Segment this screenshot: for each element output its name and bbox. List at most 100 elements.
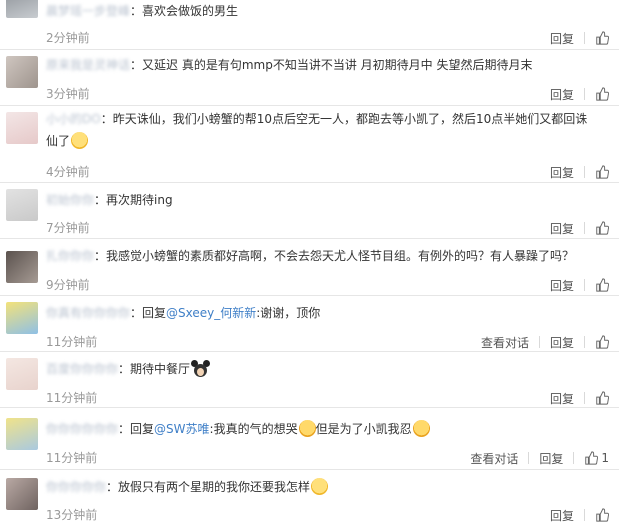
- comment-username[interactable]: 原来我是灵神话: [46, 54, 130, 76]
- comment-body: 喜欢会做饭的男生: [142, 4, 239, 18]
- comment-username[interactable]: 百度你你你你: [46, 358, 118, 380]
- comment-time: 7分钟前: [46, 221, 90, 235]
- divider: [584, 222, 585, 234]
- comment-username[interactable]: 初始你你: [46, 189, 94, 211]
- avatar[interactable]: [6, 56, 38, 88]
- comment-item: 你真有你你你你：回复@Sxeey_何新新:谢谢，顶你 11分钟前 查看对话 回复: [0, 296, 619, 352]
- comment-body: 放假只有两个星期的我你还要我怎样: [118, 480, 311, 494]
- comment-actions: 回复: [550, 506, 609, 524]
- comment-item: 晨梦瑶一步登峰：喜欢会做饭的男生 2分钟前 回复: [0, 0, 619, 50]
- comment-body: 再次期待ing: [106, 193, 173, 207]
- divider: [584, 336, 585, 348]
- comment-username[interactable]: 你你你你你你: [46, 418, 118, 440]
- comment-body-continued: 但是为了小凯我忍: [315, 422, 412, 436]
- avatar[interactable]: [6, 358, 38, 390]
- comment-body: 昨天诛仙，我们小螃蟹的帮10点后空无一人，都跑去等小凯了，然后10点半她们又都回…: [46, 112, 588, 148]
- comment-actions: 回复: [550, 29, 609, 47]
- like-count: 1: [601, 451, 609, 465]
- comment-text: 小小的DO：昨天诛仙，我们小螃蟹的帮10点后空无一人，都跑去等小凯了，然后10点…: [46, 108, 597, 152]
- comment-item: 你你你你你：放假只有两个星期的我你还要我怎样 13分钟前 回复: [0, 470, 619, 525]
- thumbs-up-icon[interactable]: [595, 165, 609, 179]
- comment-username[interactable]: 小小的DO: [46, 108, 101, 130]
- thumbs-up-icon[interactable]: [595, 278, 609, 292]
- comment-text: 你你你你你你：回复@SW苏唯:我真的气的想哭 但是为了小凯我忍: [46, 418, 597, 440]
- divider: [584, 166, 585, 178]
- comment-username[interactable]: 你你你你你: [46, 476, 106, 498]
- comment-item: 初始你你：再次期待ing 7分钟前 回复: [0, 183, 619, 239]
- divider: [584, 32, 585, 44]
- reply-button[interactable]: 回复: [550, 164, 574, 181]
- avatar[interactable]: [6, 302, 38, 334]
- laugh-cry-emoji-icon: [311, 478, 329, 495]
- thumbs-up-icon[interactable]: [595, 508, 609, 522]
- comment-text: 你你你你你：放假只有两个星期的我你还要我怎样: [46, 476, 597, 498]
- avatar[interactable]: [6, 418, 38, 450]
- comment-actions: 回复: [550, 219, 609, 237]
- comment-body: :我真的气的想哭: [209, 422, 298, 436]
- divider: [528, 452, 530, 464]
- comment-text: 你真有你你你你：回复@Sxeey_何新新:谢谢，顶你: [46, 302, 597, 324]
- comment-text: 初始你你：再次期待ing: [46, 189, 597, 211]
- avatar[interactable]: [6, 251, 38, 283]
- reply-button[interactable]: 回复: [550, 334, 574, 351]
- view-conversation-button[interactable]: 查看对话: [470, 450, 518, 467]
- avatar[interactable]: [6, 112, 38, 144]
- comment-item: 你你你你你你：回复@SW苏唯:我真的气的想哭 但是为了小凯我忍 11分钟前 查看对…: [0, 408, 619, 470]
- divider: [538, 336, 540, 348]
- comment-item: 扎你你你：我感觉小螃蟹的素质都好高啊，不会去怨天尤人怪节目组。有例外的吗？有人暴…: [0, 239, 619, 296]
- comment-time: 3分钟前: [46, 87, 90, 101]
- comment-item: 百度你你你你：期待中餐厅 11分钟前 回复: [0, 352, 619, 408]
- comment-time: 11分钟前: [46, 451, 98, 465]
- avatar[interactable]: [6, 0, 38, 18]
- divider: [573, 452, 575, 464]
- comment-time: 11分钟前: [46, 335, 98, 349]
- mention-link[interactable]: @Sxeey_何新新: [166, 306, 256, 320]
- comment-body: 期待中餐厅: [130, 362, 191, 376]
- comment-username[interactable]: 晨梦瑶一步登峰: [46, 0, 130, 22]
- thumbs-up-icon[interactable]: [595, 335, 609, 349]
- comment-body: 我感觉小螃蟹的素质都好高啊，不会去怨天尤人怪节目组。有例外的吗？有人暴躁了吗？: [106, 249, 575, 263]
- comment-username[interactable]: 扎你你你: [46, 245, 94, 267]
- comment-actions: 回复: [550, 389, 609, 407]
- comment-text: 扎你你你：我感觉小螃蟹的素质都好高啊，不会去怨天尤人怪节目组。有例外的吗？有人暴…: [46, 245, 597, 267]
- divider: [584, 88, 585, 100]
- avatar[interactable]: [6, 189, 38, 221]
- comment-username[interactable]: 你真有你你你你: [46, 302, 130, 324]
- reply-button[interactable]: 回复: [550, 390, 574, 407]
- view-conversation-button[interactable]: 查看对话: [481, 334, 529, 351]
- comment-time: 9分钟前: [46, 278, 90, 292]
- comment-item: 原来我是灵神话：又延迟 真的是有句mmp不知当讲不当讲 月初期待月中 失望然后期…: [0, 50, 619, 106]
- reply-button[interactable]: 回复: [550, 86, 574, 103]
- comment-actions: 查看对话 回复: [481, 333, 609, 351]
- reply-button[interactable]: 回复: [550, 30, 574, 47]
- thumbs-up-icon[interactable]: [595, 31, 609, 45]
- comment-item: 小小的DO：昨天诛仙，我们小螃蟹的帮10点后空无一人，都跑去等小凯了，然后10点…: [0, 106, 619, 183]
- thumbs-up-icon[interactable]: [584, 451, 599, 465]
- laugh-cry-emoji-icon: [71, 132, 89, 149]
- comment-actions: 查看对话 回复 1: [470, 449, 609, 467]
- mickey-emoji-icon: [191, 360, 211, 377]
- reply-button[interactable]: 回复: [550, 220, 574, 237]
- comment-text: 原来我是灵神话：又延迟 真的是有句mmp不知当讲不当讲 月初期待月中 失望然后期…: [46, 54, 597, 76]
- comment-text: 百度你你你你：期待中餐厅: [46, 358, 597, 380]
- mention-link[interactable]: @SW苏唯: [154, 422, 209, 436]
- thumbs-up-icon[interactable]: [595, 87, 609, 101]
- divider: [584, 509, 585, 521]
- comment-time: 4分钟前: [46, 165, 90, 179]
- comment-body: 又延迟 真的是有句mmp不知当讲不当讲 月初期待月中 失望然后期待月末: [142, 58, 533, 72]
- comment-time: 13分钟前: [46, 508, 98, 522]
- reply-button[interactable]: 回复: [539, 450, 563, 467]
- avatar[interactable]: [6, 478, 38, 510]
- comment-body: :谢谢，顶你: [256, 306, 321, 320]
- crying-emoji-icon: [412, 420, 430, 437]
- thumbs-up-icon[interactable]: [595, 391, 609, 405]
- comment-time: 2分钟前: [46, 31, 90, 45]
- thumbs-up-icon[interactable]: [595, 221, 609, 235]
- reply-button[interactable]: 回复: [550, 507, 574, 524]
- comment-actions: 回复: [550, 85, 609, 103]
- divider: [584, 279, 585, 291]
- divider: [584, 392, 585, 404]
- comment-body-prefix: 回复: [130, 422, 155, 436]
- reply-button[interactable]: 回复: [550, 277, 574, 294]
- comment-actions: 回复: [550, 276, 609, 294]
